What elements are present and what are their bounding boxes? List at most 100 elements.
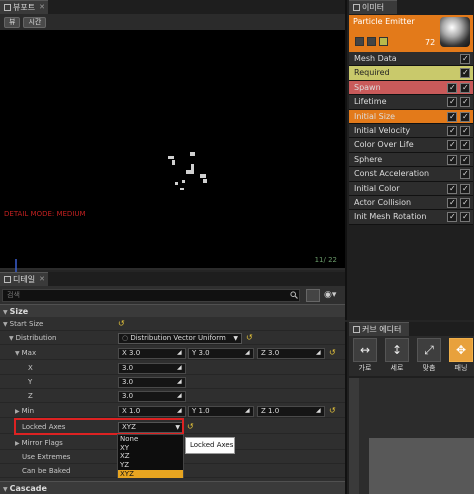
search-icon[interactable] <box>290 291 298 299</box>
module-item[interactable]: Initial Size <box>349 109 473 124</box>
curve-graph-icon[interactable] <box>460 153 470 167</box>
dropdown-option[interactable]: None <box>118 435 183 444</box>
module-enable-checkbox[interactable] <box>447 81 457 95</box>
particle <box>182 180 185 183</box>
category-size[interactable]: ▼ Size <box>0 304 345 317</box>
viewport-panel: 뷰포트 ✕ 뷰 시간 DETAIL MODE: MEDIUM X 11/ 22 <box>0 0 345 282</box>
module-enable-checkbox[interactable] <box>447 124 457 138</box>
details-tab-icon <box>4 276 11 283</box>
curve-graph-icon[interactable] <box>460 182 470 196</box>
tab-emitters[interactable]: 이미터 <box>349 0 397 14</box>
module-enable-checkbox[interactable] <box>447 110 457 124</box>
module-enable-checkbox[interactable] <box>460 66 470 80</box>
tooltip: Locked Axes <box>185 437 235 454</box>
fit-button[interactable]: ⤢ 맞춤 <box>415 338 443 374</box>
curve-graph-icon[interactable] <box>460 95 470 109</box>
dropdown-option[interactable]: XY <box>118 444 183 453</box>
mirror-flags-label: Mirror Flags <box>21 439 63 447</box>
curve-track-list[interactable] <box>349 378 359 494</box>
reset-to-default-icon[interactable]: ↺ <box>118 317 125 331</box>
curve-graph-icon[interactable] <box>460 196 470 210</box>
curve-editor-toolbar: ↔ 가로 ↕ 세로 ⤢ 맞춤 ✥ 패닝 <box>349 336 474 376</box>
y-field[interactable]: 3.0 ◢ <box>118 376 186 388</box>
expand-arrow-icon[interactable]: ▶ <box>15 440 20 447</box>
horizontal-fit-button[interactable]: ↔ 가로 <box>351 338 379 374</box>
curve-graph-area[interactable] <box>349 378 474 494</box>
distribution-label: Distribution <box>15 334 57 342</box>
reset-to-default-icon[interactable]: ↺ <box>329 404 336 418</box>
expand-arrow-icon[interactable]: ▼ <box>3 321 8 328</box>
expand-arrow-icon[interactable]: ▼ <box>15 350 20 357</box>
eye-visibility-icon[interactable]: ◉▾ <box>324 290 342 301</box>
view-mode-button[interactable]: 뷰 <box>4 17 21 28</box>
edit-icon: ◢ <box>177 348 182 356</box>
curve-graph-icon[interactable] <box>460 210 470 224</box>
emitter-solo-icon[interactable] <box>379 37 388 46</box>
dropdown-option[interactable]: XZ <box>118 452 183 461</box>
time-button[interactable]: 시간 <box>23 17 47 28</box>
module-enable-checkbox[interactable] <box>447 196 457 210</box>
module-enable-checkbox[interactable] <box>447 153 457 167</box>
module-item[interactable]: Required <box>349 66 473 81</box>
reset-to-default-icon[interactable]: ↺ <box>246 331 253 345</box>
edit-icon: ◢ <box>177 363 182 371</box>
module-enable-checkbox[interactable] <box>460 52 470 66</box>
expand-arrow-icon[interactable]: ▶ <box>15 408 20 415</box>
x-field[interactable]: 3.0 ◢ <box>118 362 186 374</box>
module-item[interactable]: Init Mesh Rotation <box>349 210 473 225</box>
start-size-label: Start Size <box>9 320 44 328</box>
module-item[interactable]: Color Over Life <box>349 138 473 153</box>
module-enable-checkbox[interactable] <box>447 182 457 196</box>
max-x-field[interactable]: X 3.0 ◢ <box>118 347 186 359</box>
close-icon[interactable]: ✕ <box>39 1 45 14</box>
emitter-header[interactable]: Particle Emitter 72 <box>349 15 473 52</box>
module-item[interactable]: Actor Collision <box>349 195 473 211</box>
curve-graph-icon[interactable] <box>460 124 470 138</box>
viewport-toolbar: 뷰 시간 <box>4 17 47 28</box>
z-field[interactable]: 3.0 ◢ <box>118 390 186 402</box>
row-max-y: Y 3.0 ◢ <box>0 375 345 389</box>
category-cascade[interactable]: ▼ Cascade <box>0 481 345 494</box>
module-enable-checkbox[interactable] <box>447 95 457 109</box>
tab-viewport[interactable]: 뷰포트 ✕ <box>0 0 48 14</box>
vertical-fit-label: 세로 <box>390 364 404 372</box>
curve-graph-icon[interactable] <box>460 81 470 95</box>
viewport-canvas[interactable]: DETAIL MODE: MEDIUM X 11/ 22 <box>0 30 345 282</box>
emitter-enable-checkbox[interactable] <box>355 37 364 46</box>
tab-details[interactable]: 디테일 ✕ <box>0 272 48 286</box>
module-item[interactable]: Spawn <box>349 80 473 96</box>
module-item[interactable]: Sphere <box>349 152 473 168</box>
pan-button[interactable]: ✥ 패닝 <box>447 338 474 374</box>
tab-curve-editor[interactable]: 커브 에디터 <box>349 322 409 336</box>
dropdown-option[interactable]: XYZ <box>118 469 183 479</box>
expand-arrow-icon[interactable]: ▼ <box>9 335 14 342</box>
close-icon[interactable]: ✕ <box>39 273 45 286</box>
row-max-x: X 3.0 ◢ <box>0 361 345 375</box>
reset-to-default-icon[interactable]: ↺ <box>329 346 336 360</box>
grid-view-button[interactable] <box>306 289 320 302</box>
curve-graph-icon[interactable] <box>460 138 470 152</box>
max-y-field[interactable]: Y 3.0 ◢ <box>188 347 254 359</box>
dropdown-option[interactable]: YZ <box>118 461 183 470</box>
edit-icon: ◢ <box>316 406 321 414</box>
max-z-field[interactable]: Z 3.0 ◢ <box>257 347 325 359</box>
vertical-fit-button[interactable]: ↕ 세로 <box>383 338 411 374</box>
module-enable-checkbox[interactable] <box>447 138 457 152</box>
min-y-field[interactable]: Y 1.0 ◢ <box>188 405 254 417</box>
reset-to-default-icon[interactable]: ↺ <box>187 420 194 434</box>
edit-icon: ◢ <box>177 377 182 385</box>
module-item[interactable]: Initial Color <box>349 181 473 196</box>
curve-graph-icon[interactable] <box>460 110 470 124</box>
min-z-field[interactable]: Z 1.0 ◢ <box>257 405 325 417</box>
module-enable-checkbox[interactable] <box>460 167 470 181</box>
min-x-field[interactable]: X 1.0 ◢ <box>118 405 186 417</box>
module-enable-checkbox[interactable] <box>447 210 457 224</box>
distribution-dropdown[interactable]: ○ Distribution Vector Uniform ▼ <box>118 332 242 344</box>
module-item[interactable]: Initial Velocity <box>349 123 473 139</box>
module-item[interactable]: Lifetime <box>349 95 473 110</box>
material-thumbnail <box>440 17 470 47</box>
search-input[interactable]: 검색 <box>2 289 300 302</box>
module-item[interactable]: Const Acceleration <box>349 167 473 182</box>
module-item[interactable]: Mesh Data <box>349 52 473 67</box>
emitter-render-mode-icon[interactable] <box>367 37 376 46</box>
